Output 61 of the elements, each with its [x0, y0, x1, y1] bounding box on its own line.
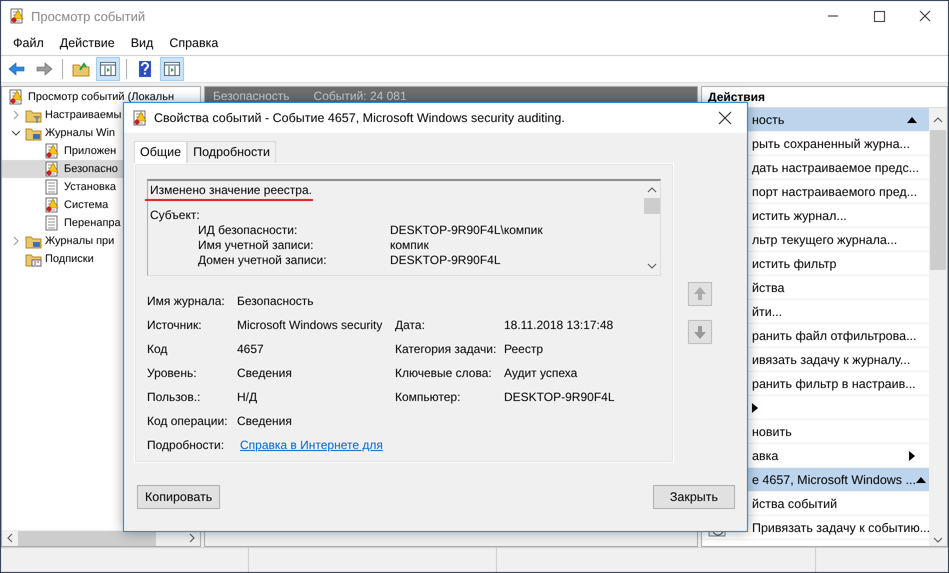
field-label: Ключевые слова:	[395, 366, 493, 381]
field-label: Подробности:	[147, 438, 226, 453]
message-field-label: ИД безопасности:	[198, 223, 298, 238]
field-label: Категория задачи:	[395, 342, 498, 357]
field-label: Код операции:	[147, 414, 229, 429]
field-label: Компьютер:	[395, 390, 462, 405]
scrollbar-thumb[interactable]	[18, 530, 156, 546]
field-value: 18.11.2018 13:17:48	[504, 318, 614, 333]
tree-item[interactable]: Просмотр событий (Локальн	[2, 88, 200, 106]
log-icon	[44, 160, 61, 178]
pane-title: Безопасность	[213, 89, 290, 103]
log-icon	[44, 196, 61, 214]
field-value: Реестр	[504, 342, 544, 357]
menu-item[interactable]: Вид	[122, 36, 162, 50]
submenu-arrow-icon	[752, 402, 758, 412]
field-value: 4657	[237, 342, 265, 357]
field-value: Безопасность	[237, 294, 315, 309]
tab[interactable]: Подробности	[187, 141, 276, 163]
event-message: Изменено значение реестра.	[150, 183, 313, 198]
field-value: Аудит успеха	[504, 366, 578, 381]
log-icon	[44, 142, 61, 160]
field-value: DESKTOP-9R90F4L	[504, 390, 616, 405]
message-field-label: Имя учетной записи:	[198, 238, 314, 253]
dialog-title: Свойства событий - Событие 4657, Microsoft Windows security auditing.	[154, 111, 566, 125]
event-log-icon	[132, 110, 148, 126]
close-icon[interactable]	[717, 110, 733, 126]
event-log-icon	[8, 88, 25, 106]
message-field-value: DESKTOP-9R90F4L\компик	[390, 223, 544, 238]
field-label: Пользов.:	[147, 390, 202, 405]
vertical-scrollbar[interactable]	[929, 108, 947, 546]
field-value: Сведения	[237, 414, 293, 429]
field-label: Имя журнала:	[147, 294, 226, 309]
menu-item[interactable]: Файл	[5, 36, 52, 50]
field-value: Н/Д	[237, 390, 258, 405]
copy-button[interactable]: Копировать	[137, 485, 220, 509]
field-label: Дата:	[395, 318, 426, 333]
message-field-value: компик	[390, 238, 430, 253]
field-value: Microsoft Windows security	[237, 318, 384, 333]
field-label: Уровень:	[147, 366, 198, 381]
message-field-label: Домен учетной записи:	[198, 253, 328, 268]
scrollbar-thumb[interactable]	[644, 198, 660, 214]
field-label: Источник:	[147, 318, 203, 333]
field-label: Код	[147, 342, 168, 357]
event-log-icon	[9, 8, 25, 24]
tree-item[interactable]: Журналы Win	[2, 124, 200, 142]
event-count: Событий: 24 081	[314, 89, 407, 103]
message-section-title: Субъект:	[150, 208, 201, 223]
panel-icon[interactable]	[96, 57, 120, 81]
panel-icon[interactable]	[160, 57, 184, 81]
horizontal-scrollbar[interactable]	[2, 530, 200, 546]
window-title: Просмотр событий	[31, 8, 146, 24]
close-button[interactable]: Закрыть	[652, 485, 735, 509]
tab[interactable]: Общие	[134, 141, 188, 163]
scrollbar-thumb[interactable]	[930, 130, 946, 270]
message-field-value: DESKTOP-9R90F4L	[390, 253, 502, 268]
field-value: Сведения	[237, 366, 293, 381]
menu-item[interactable]: Действие	[52, 36, 123, 50]
help-link[interactable]: Справка в Интернете для	[237, 438, 395, 453]
submenu-arrow-icon	[909, 450, 915, 460]
menu-item[interactable]: Справка	[161, 36, 226, 50]
tree-item[interactable]: Журналы при	[2, 232, 200, 250]
